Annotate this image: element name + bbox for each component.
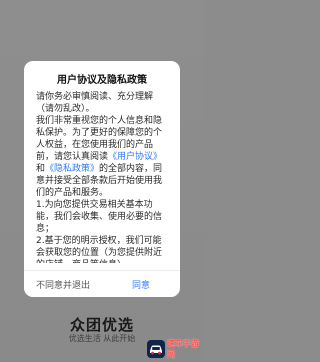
dialog-title: 用户协议及隐私政策 [57,75,147,86]
watermark: 速车手游网 [147,338,203,360]
decline-exit-button[interactable]: 不同意并退出 [24,271,102,297]
dialog-paragraph: 我们非常重视您的个人信息和隐私保护。为了更好的保障您的个人权益，在您使用我们的产… [36,115,170,199]
user-agreement-link[interactable]: 《用户协议》 [108,152,162,162]
dialog-paragraph: 请你务必审慎阅读、充分理解（请勿乱改）。 [36,92,154,114]
dialog-paragraph: 1.为向您提供交易相关基本功能，我们会收集、使用必要的信息； [36,200,163,234]
watermark-text: 速车手游网 [167,339,199,359]
dialog-footer: 不同意并退出 同意 [24,270,180,297]
dialog-paragraph: 2.基于您的明示授权，我们可能会获取您的位置（为您提供附近的店铺、商品等信息） [36,236,163,263]
privacy-dialog: 用户协议及隐私政策 请你务必审慎阅读、充分理解（请勿乱改）。 我们非常重视您的个… [24,61,180,297]
dialog-body: 请你务必审慎阅读、充分理解（请勿乱改）。 我们非常重视您的个人信息和隐私保护。为… [36,91,170,263]
dialog-text: 和 [36,164,46,174]
car-logo-icon [147,340,165,358]
agree-button[interactable]: 同意 [102,271,180,297]
app-name: 众团优选 [69,316,134,334]
privacy-policy-link[interactable]: 《隐私政策》 [45,164,99,174]
